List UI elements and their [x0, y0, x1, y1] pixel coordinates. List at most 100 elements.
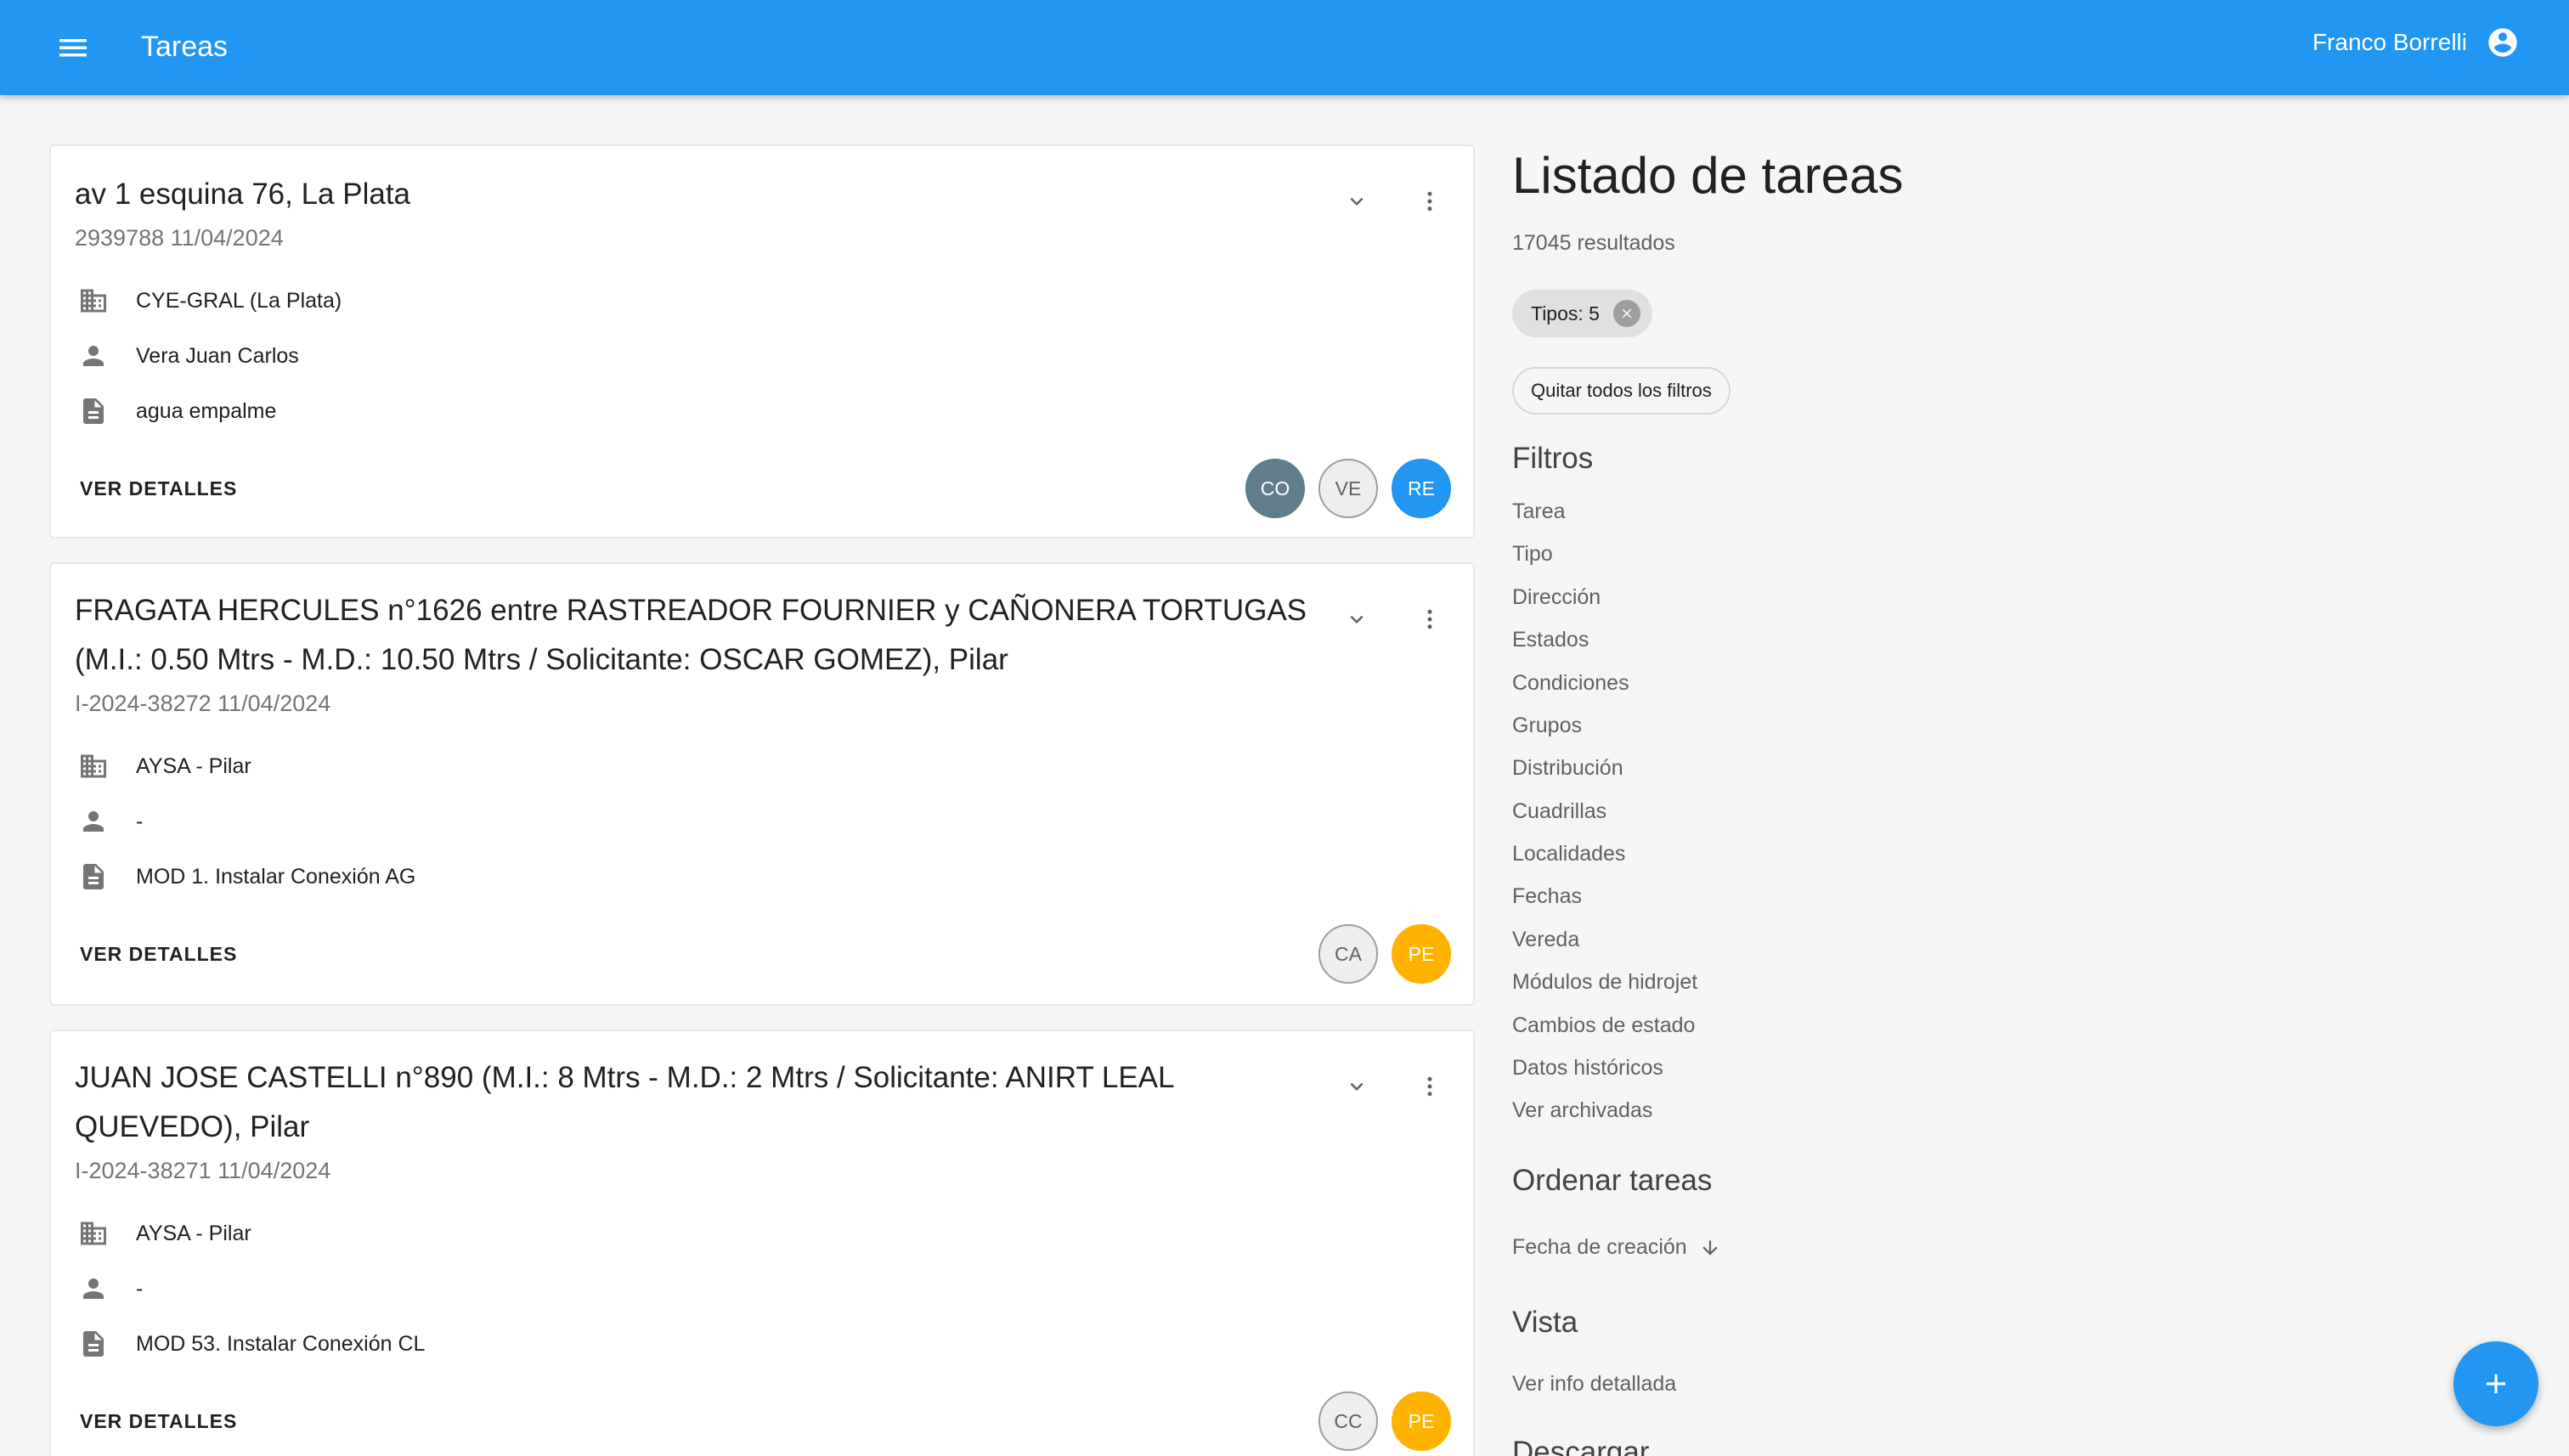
status-avatar[interactable]: CO — [1245, 459, 1305, 518]
sort-label: Fecha de creación — [1512, 1235, 1687, 1259]
expand-button[interactable] — [1335, 180, 1378, 223]
filter-item[interactable]: Localidades — [1512, 842, 1625, 866]
filter-chip[interactable]: Tipos: 5 — [1512, 290, 1652, 337]
person-icon — [83, 811, 104, 832]
company-row: AYSA - Pilar — [75, 748, 251, 785]
task-description: agua empalme — [136, 398, 277, 423]
filter-item[interactable]: Módulos de hidrojet — [1512, 970, 1697, 995]
company-name: CYE-GRAL (La Plata) — [136, 288, 342, 313]
filter-item[interactable]: Ver archivadas — [1512, 1098, 1652, 1123]
status-avatar[interactable]: CA — [1318, 924, 1378, 984]
task-description: MOD 1. Instalar Conexión AG — [136, 864, 416, 889]
status-avatars: CA PE — [1318, 924, 1451, 984]
filter-item[interactable]: Datos históricos — [1512, 1056, 1663, 1081]
status-avatar[interactable]: PE — [1392, 1391, 1451, 1451]
remove-filter-button[interactable] — [1612, 300, 1640, 327]
person-row: - — [75, 1270, 143, 1307]
status-avatar[interactable]: PE — [1392, 924, 1451, 984]
business-icon — [81, 754, 106, 778]
task-address: JUAN JOSE CASTELLI n°890 (M.I.: 8 Mtrs -… — [75, 1061, 1174, 1143]
more-vert-icon — [1427, 1076, 1432, 1097]
clear-filters-button[interactable]: Quitar todos los filtros — [1512, 367, 1731, 415]
person-icon — [83, 346, 104, 366]
sort-heading: Ordenar tareas — [1512, 1164, 1713, 1197]
arrow-down-icon — [1702, 1239, 1718, 1256]
person-row: - — [75, 803, 143, 840]
result-count: 17045 resultados — [1512, 231, 1675, 255]
chevron-down-icon — [1350, 197, 1364, 206]
expand-button[interactable] — [1335, 1065, 1378, 1108]
description-row: MOD 1. Instalar Conexión AG — [75, 858, 415, 895]
view-detailed-info-option[interactable]: Ver info detallada — [1512, 1372, 1676, 1397]
more-vert-icon — [1427, 191, 1432, 212]
status-avatars: CC PE — [1318, 1391, 1451, 1451]
task-id-date: I-2024-38271 11/04/2024 — [75, 1158, 331, 1183]
description-icon — [83, 1331, 104, 1357]
task-card: av 1 esquina 76, La Plata 2939788 11/04/… — [49, 144, 1475, 539]
person-name: Vera Juan Carlos — [136, 343, 299, 368]
view-details-button[interactable]: VER DETALLES — [80, 943, 237, 966]
filter-item[interactable]: Cuadrillas — [1512, 799, 1606, 824]
company-name: AYSA - Pilar — [136, 1221, 251, 1245]
person-icon — [83, 1278, 104, 1299]
task-id-date: I-2024-38272 11/04/2024 — [75, 691, 331, 716]
filter-item[interactable]: Condiciones — [1512, 671, 1629, 696]
task-card: JUAN JOSE CASTELLI n°890 (M.I.: 8 Mtrs -… — [49, 1030, 1475, 1456]
business-icon — [81, 289, 106, 313]
more-options-button[interactable] — [1409, 1065, 1451, 1108]
close-icon — [1622, 308, 1632, 319]
description-row: MOD 53. Instalar Conexión CL — [75, 1325, 425, 1363]
more-vert-icon — [1427, 609, 1432, 629]
filter-item[interactable]: Distribución — [1512, 756, 1623, 781]
status-avatar[interactable]: CC — [1318, 1391, 1378, 1451]
chevron-down-icon — [1350, 1082, 1364, 1091]
more-options-button[interactable] — [1409, 180, 1451, 223]
status-avatars: CO VE RE — [1245, 459, 1451, 518]
filter-item[interactable]: Tarea — [1512, 499, 1566, 524]
company-name: AYSA - Pilar — [136, 753, 251, 778]
person-name: - — [136, 809, 144, 833]
view-details-button[interactable]: VER DETALLES — [80, 1410, 237, 1433]
list-title: Listado de tareas — [1512, 147, 1904, 204]
business-icon — [81, 1222, 106, 1245]
filter-item[interactable]: Estados — [1512, 628, 1589, 652]
account-circle-icon — [2488, 28, 2517, 57]
sort-option[interactable]: Fecha de creación — [1512, 1235, 1721, 1260]
app-bar: Tareas Franco Borrelli — [0, 0, 2569, 95]
filter-item[interactable]: Dirección — [1512, 585, 1601, 610]
view-details-button[interactable]: VER DETALLES — [80, 477, 237, 500]
add-icon — [2486, 1374, 2506, 1394]
company-row: AYSA - Pilar — [75, 1215, 251, 1252]
user-menu[interactable]: Franco Borrelli — [2312, 25, 2520, 59]
filter-item[interactable]: Fechas — [1512, 884, 1582, 909]
more-options-button[interactable] — [1409, 598, 1451, 641]
filter-item[interactable]: Tipo — [1512, 542, 1553, 567]
description-row: agua empalme — [75, 392, 276, 430]
filter-chip-label: Tipos: 5 — [1531, 302, 1600, 324]
status-avatar[interactable]: VE — [1318, 459, 1378, 518]
filter-item[interactable]: Grupos — [1512, 714, 1582, 738]
add-task-button[interactable] — [2453, 1341, 2538, 1426]
filter-item[interactable]: Vereda — [1512, 928, 1579, 952]
filters-heading: Filtros — [1512, 442, 1594, 475]
description-icon — [83, 864, 104, 889]
status-avatar[interactable]: RE — [1392, 459, 1451, 518]
task-id-date: 2939788 11/04/2024 — [75, 225, 284, 251]
page-title: Tareas — [141, 31, 229, 63]
expand-button[interactable] — [1335, 598, 1378, 641]
person-name: - — [136, 1276, 144, 1301]
filter-item[interactable]: Cambios de estado — [1512, 1013, 1695, 1038]
menu-icon — [59, 39, 87, 57]
user-name: Franco Borrelli — [2312, 29, 2467, 55]
company-row: CYE-GRAL (La Plata) — [75, 282, 342, 319]
task-description: MOD 53. Instalar Conexión CL — [136, 1331, 426, 1356]
person-row: Vera Juan Carlos — [75, 337, 299, 375]
view-heading: Vista — [1512, 1306, 1578, 1339]
download-heading: Descargar — [1512, 1436, 1650, 1456]
chevron-down-icon — [1350, 615, 1364, 624]
task-card: FRAGATA HERCULES n°1626 entre RASTREADOR… — [49, 562, 1475, 1006]
task-address: av 1 esquina 76, La Plata — [75, 178, 411, 211]
menu-button[interactable] — [53, 29, 93, 66]
description-icon — [83, 398, 104, 424]
task-address: FRAGATA HERCULES n°1626 entre RASTREADOR… — [75, 594, 1307, 676]
